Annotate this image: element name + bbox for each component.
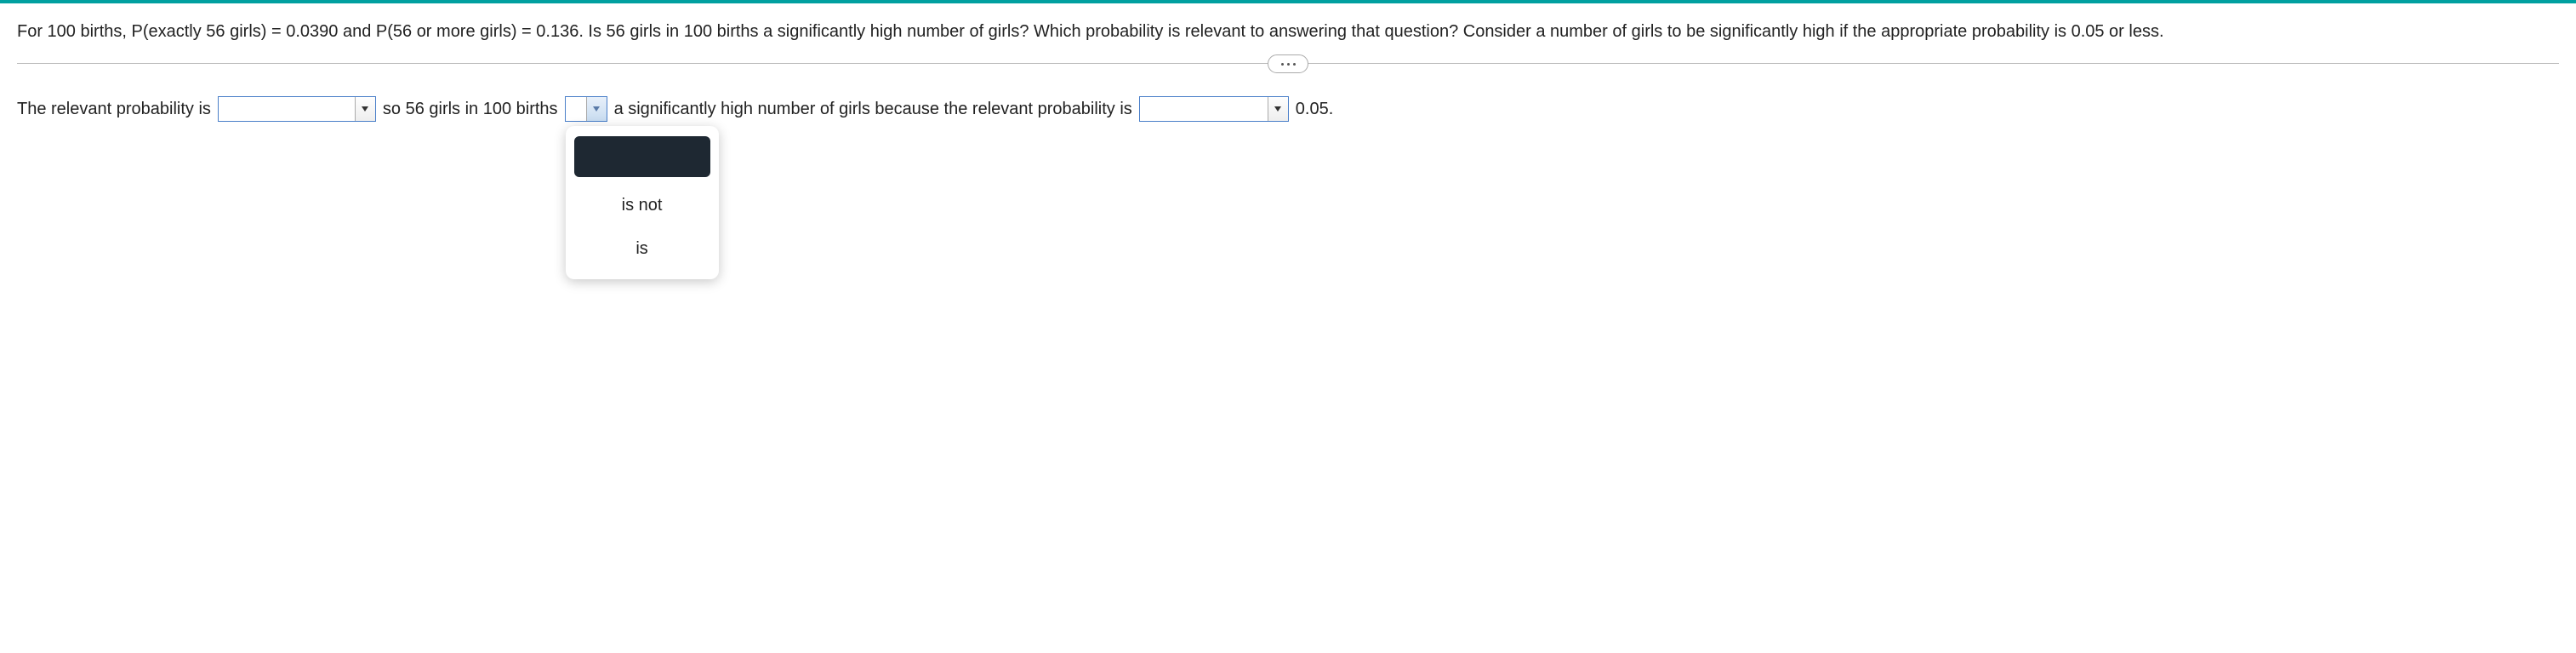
answer-text-part3: a significantly high number of girls bec… (614, 100, 1132, 119)
section-divider (17, 63, 2559, 64)
answer-text-part4: 0.05. (1296, 100, 1333, 119)
relevant-probability-dropdown[interactable] (218, 96, 376, 122)
option-is-not[interactable]: is not (574, 184, 710, 227)
is-isnot-options-popup: is not is (566, 126, 719, 279)
answer-text-part1: The relevant probability is (17, 100, 211, 119)
option-is[interactable]: is (574, 227, 710, 271)
comparison-dropdown[interactable] (1139, 96, 1289, 122)
dropdown-value (219, 97, 355, 121)
ellipsis-icon (1281, 63, 1296, 66)
chevron-down-icon (355, 97, 375, 121)
dropdown-value (1140, 97, 1268, 121)
option-blank-selected[interactable] (574, 136, 710, 177)
expand-pill[interactable] (1268, 54, 1308, 73)
is-isnot-dropdown[interactable]: is not is (565, 96, 607, 122)
chevron-down-icon (586, 97, 607, 121)
chevron-down-icon (1268, 97, 1288, 121)
dropdown-value (566, 97, 586, 121)
answer-text-part2: so 56 girls in 100 births (383, 100, 558, 119)
